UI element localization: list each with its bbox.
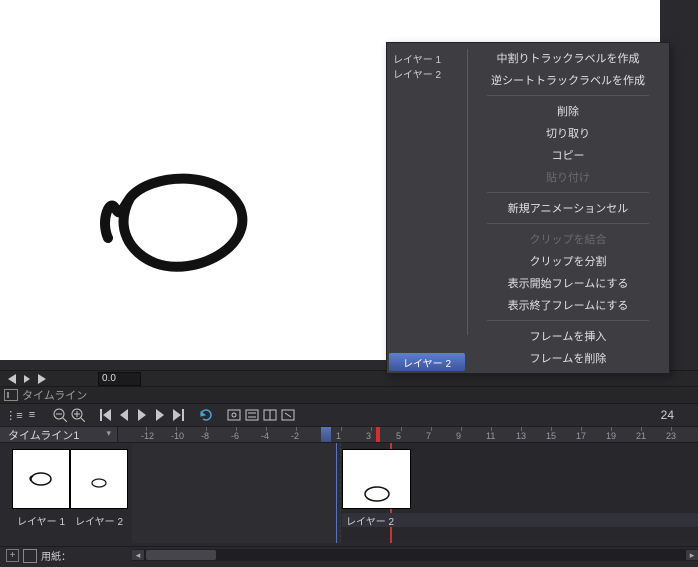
- cm-item[interactable]: 中割りトラックラベルを作成: [467, 47, 669, 69]
- timeline-window-title: タイムライン: [22, 387, 87, 403]
- ruler-tick: 11: [491, 428, 492, 442]
- cm-separator: [487, 192, 649, 193]
- context-menu: レイヤー 1 レイヤー 2 中割りトラックラベルを作成逆シートトラックラベルを作…: [386, 42, 670, 374]
- zoom-out-icon[interactable]: [52, 407, 68, 423]
- ruler-tick: -8: [206, 428, 207, 442]
- range-end-marker-ruler[interactable]: [376, 427, 380, 443]
- layer-label-2[interactable]: レイヤー 2: [70, 513, 128, 527]
- cm-divider: [467, 49, 468, 335]
- pre-range-area: [132, 443, 341, 543]
- play-icon[interactable]: [134, 407, 150, 423]
- tool-a-icon[interactable]: [226, 407, 242, 423]
- cm-item[interactable]: フレームを挿入: [467, 325, 669, 347]
- timeline-ruler[interactable]: -12-10-8-6-4-201357911131517192123: [118, 427, 698, 443]
- layer-thumbnail-1[interactable]: [12, 449, 70, 509]
- zoom-in-icon[interactable]: [70, 407, 86, 423]
- toolbar-settings-icon[interactable]: ⋮≡: [6, 407, 22, 423]
- timeline-name-dropdown[interactable]: タイムライン1: [0, 427, 118, 443]
- cm-layer-item[interactable]: レイヤー 1: [393, 53, 467, 68]
- bottom-row: + 用紙： ◂ ▸: [0, 546, 698, 564]
- cm-separator: [487, 320, 649, 321]
- tool-c-icon[interactable]: [262, 407, 278, 423]
- horizontal-scrollbar[interactable]: ◂ ▸: [132, 549, 698, 561]
- track-area: レイヤー 1 レイヤー 2 レイヤー 2: [0, 442, 698, 543]
- step-next-icon[interactable]: [34, 371, 50, 387]
- ruler-tick: 15: [551, 428, 552, 442]
- ruler-tick: 19: [611, 428, 612, 442]
- toolbar-list-icon[interactable]: ≡: [24, 407, 40, 423]
- timeline-toolbar: ⋮≡ ≡ 24: [0, 405, 698, 425]
- ruler-tick: 7: [431, 428, 432, 442]
- cm-item: 貼り付け: [467, 166, 669, 188]
- cm-item[interactable]: 切り取り: [467, 122, 669, 144]
- ruler-tick: 13: [521, 428, 522, 442]
- ruler-tick: 23: [671, 428, 672, 442]
- ruler-tick: -4: [266, 428, 267, 442]
- drawing-stroke: [100, 168, 260, 278]
- go-end-icon[interactable]: [170, 407, 186, 423]
- context-menu-layer-list: レイヤー 1 レイヤー 2: [387, 53, 467, 83]
- ruler-tick: 3: [371, 428, 372, 442]
- scroll-right-icon[interactable]: ▸: [686, 550, 698, 560]
- timeline-window-titlebar[interactable]: タイムライン: [0, 386, 698, 404]
- cm-item[interactable]: 新規アニメーションセル: [467, 197, 669, 219]
- clip-thumbnail[interactable]: [342, 449, 411, 509]
- ruler-tick: -12: [146, 428, 147, 442]
- cm-separator: [487, 223, 649, 224]
- prev-frame-icon[interactable]: [116, 407, 132, 423]
- clip-label[interactable]: レイヤー 2: [342, 513, 698, 527]
- cm-item[interactable]: 表示開始フレームにする: [467, 272, 669, 294]
- cm-item: クリップを結合: [467, 228, 669, 250]
- timeline-window-icon: [4, 389, 18, 401]
- go-begin-icon[interactable]: [98, 407, 114, 423]
- ruler-tick: -6: [236, 428, 237, 442]
- playhead-marker[interactable]: [321, 427, 331, 443]
- cm-layer-item[interactable]: レイヤー 2: [393, 68, 467, 83]
- cm-item[interactable]: 逆シートトラックラベルを作成: [467, 69, 669, 91]
- cm-item[interactable]: コピー: [467, 144, 669, 166]
- cm-separator: [487, 95, 649, 96]
- scroll-left-icon[interactable]: ◂: [132, 550, 144, 560]
- frame-number-display: 24: [624, 405, 678, 425]
- paper-label: 用紙：: [41, 548, 71, 563]
- timeline-tab-row: タイムライン1 -12-10-8-6-4-2013579111315171921…: [0, 426, 698, 443]
- loop-icon[interactable]: [198, 407, 214, 423]
- playhead-line[interactable]: [336, 443, 337, 543]
- tool-d-icon[interactable]: [280, 407, 296, 423]
- tool-b-icon[interactable]: [244, 407, 260, 423]
- layer-thumbnail-2[interactable]: [70, 449, 128, 509]
- scrollbar-thumb[interactable]: [146, 550, 216, 560]
- cm-item[interactable]: クリップを分割: [467, 250, 669, 272]
- play-icon[interactable]: [24, 375, 30, 383]
- next-frame-icon[interactable]: [152, 407, 168, 423]
- expand-toggle[interactable]: +: [6, 549, 19, 562]
- cm-selected-layer[interactable]: レイヤー 2: [389, 353, 465, 371]
- frame-field[interactable]: 0.0: [98, 372, 141, 386]
- ruler-tick: 9: [461, 428, 462, 442]
- paper-icon[interactable]: [23, 549, 37, 563]
- ruler-tick: 17: [581, 428, 582, 442]
- cm-item[interactable]: 表示終了フレームにする: [467, 294, 669, 316]
- ruler-tick: 21: [641, 428, 642, 442]
- ruler-tick: -10: [176, 428, 177, 442]
- layer-label-1[interactable]: レイヤー 1: [12, 513, 70, 527]
- step-prev-icon[interactable]: [4, 371, 20, 387]
- track-lanes[interactable]: レイヤー 2: [132, 443, 698, 543]
- ruler-tick: -2: [296, 428, 297, 442]
- cm-item[interactable]: 削除: [467, 100, 669, 122]
- cm-item[interactable]: フレームを削除: [467, 347, 669, 369]
- ruler-tick: 1: [341, 428, 342, 442]
- track-header[interactable]: レイヤー 1 レイヤー 2: [0, 443, 133, 543]
- ruler-tick: 5: [401, 428, 402, 442]
